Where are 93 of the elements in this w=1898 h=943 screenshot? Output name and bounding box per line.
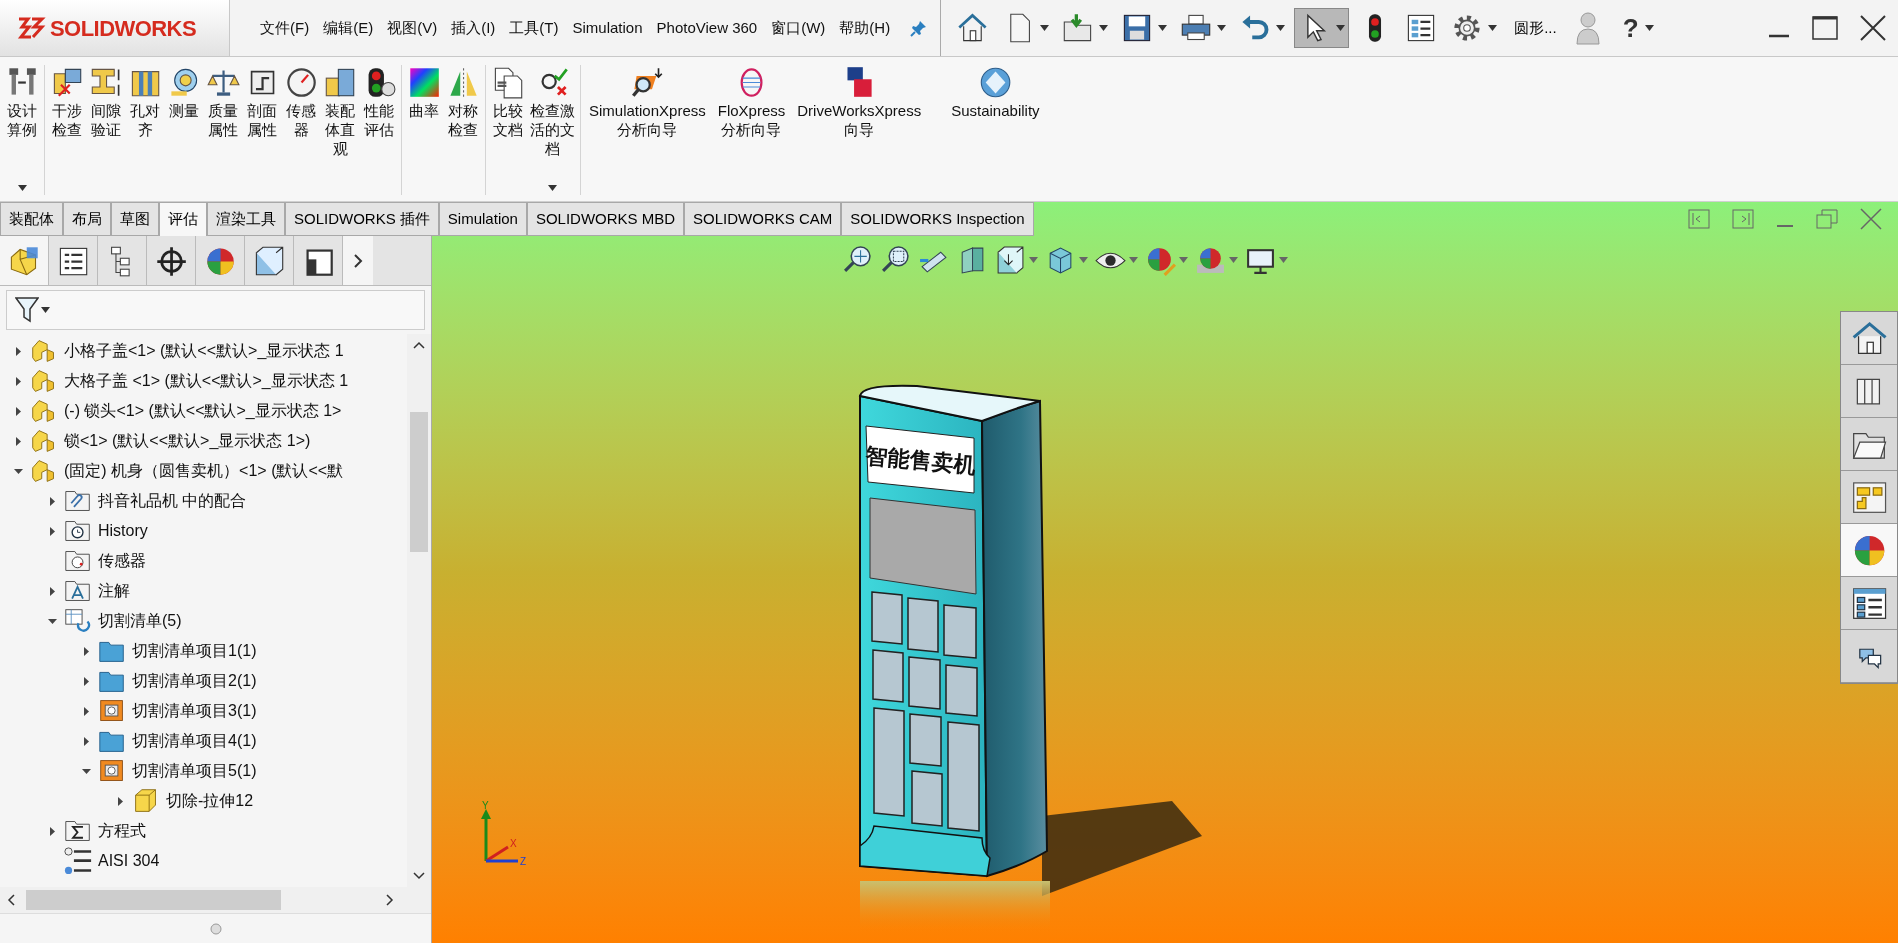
menu-item[interactable]: 视图(V) — [387, 16, 438, 40]
table-refresh-icon — [64, 607, 92, 635]
tree-item-label[interactable]: 切割清单项目4(1) — [132, 729, 257, 753]
close-icon[interactable] — [1860, 15, 1886, 41]
ribbon-button[interactable]: FloXpress分析向导 — [717, 65, 786, 195]
help-button[interactable]: ? — [1622, 8, 1654, 48]
tree-item-label[interactable]: 大格子盖 <1> (默认<<默认>_显示状态 1 — [64, 369, 349, 393]
ribbon-button[interactable]: 孔对齐 — [128, 65, 162, 195]
tab[interactable]: SOLIDWORKS MBD — [526, 202, 685, 236]
tree-item-label[interactable]: 切割清单项目2(1) — [132, 669, 257, 693]
scrollbar-thumb[interactable] — [410, 412, 428, 552]
pin-icon[interactable] — [910, 19, 929, 37]
rainbow-icon — [407, 65, 441, 99]
tree-item-label[interactable]: 注解 — [98, 579, 130, 603]
ribbon-button[interactable]: 性能评估 — [362, 65, 396, 195]
caret-icon — [1644, 25, 1654, 31]
toolbar-button[interactable] — [1294, 8, 1350, 48]
coordinate-triad-drawing: Y X Z — [472, 801, 552, 871]
horizontal-scrollbar[interactable] — [0, 887, 431, 913]
tile-right-icon[interactable] — [1732, 209, 1754, 229]
ribbon-button[interactable]: 剖面属性 — [245, 65, 279, 195]
caret-icon — [1129, 257, 1138, 263]
ribbon-button[interactable]: 比较文档 — [491, 65, 525, 195]
filter-icon[interactable] — [15, 296, 39, 324]
menu-item[interactable]: 窗口(W) — [771, 16, 826, 40]
magnifier-arrow-icon — [630, 65, 665, 99]
material-list-icon — [64, 847, 92, 875]
tab[interactable]: 布局 — [63, 202, 111, 236]
caret-icon — [1179, 257, 1188, 263]
tree-item-label[interactable]: History — [98, 519, 148, 543]
sign-text: 智能售卖机 — [864, 443, 977, 478]
filter-field[interactable] — [6, 290, 425, 330]
tree-item-label[interactable]: 小格子盖<1> (默认<<默认>_显示状态 1 — [64, 339, 344, 363]
tab[interactable]: 评估 — [159, 202, 207, 236]
ribbon-button[interactable]: 装配体直观 — [323, 65, 357, 195]
vertical-scrollbar[interactable] — [407, 334, 431, 887]
menu-item[interactable]: 文件(F) — [260, 16, 310, 40]
search-label[interactable]: 圆形... — [1514, 16, 1557, 40]
logo-text: SOLIDWORKS — [50, 14, 197, 43]
ribbon-button[interactable]: 传感器 — [284, 65, 318, 195]
tab[interactable]: 装配体 — [0, 202, 63, 236]
ribbon-button[interactable]: Sustainability — [951, 65, 1040, 195]
tab[interactable]: SOLIDWORKS Inspection — [841, 202, 1034, 236]
tab[interactable]: 渲染工具 — [207, 202, 285, 236]
tree-item-label[interactable]: (-) 锁头<1> (默认<<默认>_显示状态 1> — [64, 399, 342, 423]
restore-icon[interactable] — [1816, 209, 1838, 229]
view-orientation-icon — [994, 244, 1026, 276]
menu-item[interactable]: 编辑(E) — [323, 16, 374, 40]
tree-item-label[interactable]: AISI 304 — [98, 849, 160, 873]
caret-icon — [41, 307, 50, 313]
caret-icon — [1029, 257, 1038, 263]
maximize-icon[interactable] — [1812, 16, 1838, 40]
menu-item[interactable]: PhotoView 360 — [656, 16, 758, 40]
caret-icon — [1079, 257, 1088, 263]
caret-icon — [1229, 257, 1238, 263]
tree-item-label[interactable]: (固定) 机身（圆售卖机）<1> (默认<<默 — [64, 459, 344, 483]
ribbon-button[interactable]: SimulationXpress分析向导 — [589, 65, 706, 195]
ribbon-button[interactable]: DriveWorksXpress向导 — [797, 65, 922, 195]
tree-item-label[interactable]: 切割清单(5) — [98, 609, 182, 633]
tree-item-label[interactable]: 切割清单项目5(1) — [132, 759, 257, 783]
tab[interactable]: SOLIDWORKS CAM — [684, 202, 842, 236]
tab[interactable]: 草图 — [111, 202, 159, 236]
tree-item-label[interactable]: 锁<1> (默认<<默认>_显示状态 1>) — [64, 429, 311, 453]
ribbon-button[interactable]: 测量 — [167, 65, 201, 195]
tree-item-label[interactable]: 传感器 — [98, 549, 146, 573]
ribbon-button[interactable]: 检查激活的文档 — [530, 65, 575, 195]
menu-item[interactable]: 工具(T) — [509, 16, 559, 40]
tree-item-label[interactable]: 切割清单项目1(1) — [132, 639, 257, 663]
tile-left-icon[interactable] — [1688, 209, 1710, 229]
ribbon-button[interactable]: 设计算例 — [5, 65, 39, 195]
scrollbar-thumb[interactable] — [26, 890, 281, 910]
menu-item[interactable]: 插入(I) — [451, 16, 496, 40]
ribbon-button[interactable]: 间隙验证 — [89, 65, 123, 195]
ribbon-button[interactable]: 对称检查 — [446, 65, 480, 195]
tree-item-label[interactable]: 切割清单项目3(1) — [132, 699, 257, 723]
home-icon — [1850, 319, 1888, 357]
scroll-tabs-button[interactable] — [343, 236, 373, 285]
tree-item-label[interactable]: 方程式 — [98, 819, 146, 843]
caret-icon — [1279, 257, 1288, 263]
view-toolbar-button[interactable] — [994, 244, 1038, 276]
tab[interactable]: Simulation — [438, 202, 527, 236]
ribbon-button[interactable]: 干涉检查 — [50, 65, 84, 195]
ribbon-button[interactable]: 曲率 — [407, 65, 441, 195]
tab[interactable]: SOLIDWORKS 插件 — [285, 202, 439, 236]
gauge-icon — [284, 65, 318, 99]
tree-item-label[interactable]: 抖音礼品机 中的配合 — [98, 489, 247, 513]
menu-item[interactable]: Simulation — [572, 16, 643, 40]
chevron-right-icon — [353, 252, 363, 269]
logo-icon — [16, 15, 46, 41]
tree-item-label[interactable]: 切除-拉伸12 — [166, 789, 254, 813]
ribbon-button[interactable]: 质量属性 — [206, 65, 240, 195]
splitter-handle-icon[interactable] — [209, 922, 222, 935]
menu-item[interactable]: 帮助(H) — [839, 16, 891, 40]
